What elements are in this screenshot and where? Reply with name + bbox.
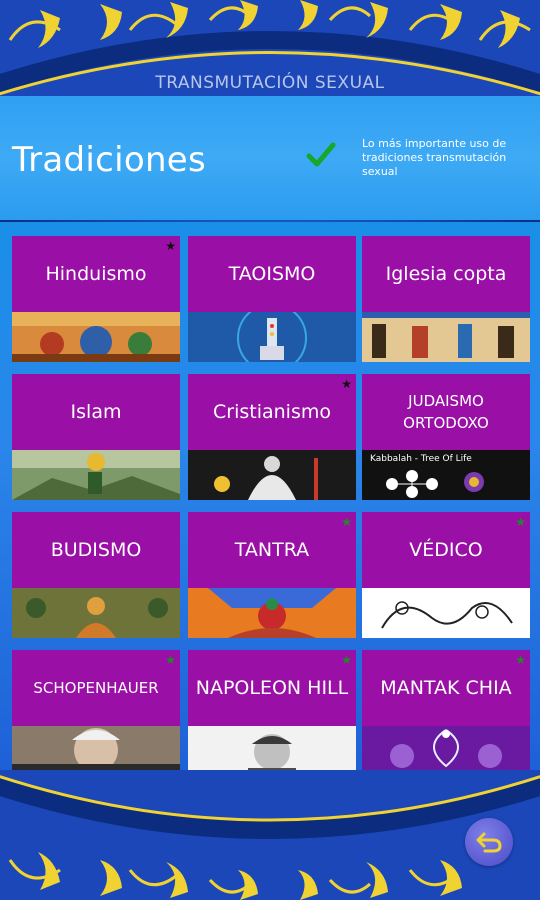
mantak-chia-image xyxy=(362,726,530,776)
star-icon: ★ xyxy=(165,653,176,667)
bottom-ornament xyxy=(0,770,540,900)
star-icon: ★ xyxy=(341,377,352,391)
tile-label: JUDAISMO ORTODOXO xyxy=(403,392,489,432)
napoleon-hill-image xyxy=(188,726,356,776)
tile-budismo[interactable]: BUDISMO xyxy=(12,512,180,638)
islam-image xyxy=(12,450,180,500)
star-icon: ★ xyxy=(515,515,526,529)
kabbalah-caption: Kabbalah - Tree Of Life xyxy=(370,454,472,464)
tile-mantak-chia[interactable]: MANTAK CHIA ★ xyxy=(362,650,530,776)
tile-napoleon-hill[interactable]: NAPOLEON HILL ★ xyxy=(188,650,356,776)
tile-label: TANTRA xyxy=(234,539,310,561)
tile-iglesia-copta[interactable]: Iglesia copta xyxy=(362,236,530,362)
hinduism-image xyxy=(12,312,180,362)
schopenhauer-image xyxy=(12,726,180,776)
star-icon: ★ xyxy=(341,653,352,667)
tile-hinduismo[interactable]: Hinduismo ★ xyxy=(12,236,180,362)
app-title: TRANSMUTACIÓN SEXUAL xyxy=(155,73,385,93)
buddhism-image xyxy=(12,588,180,638)
tile-label: Hinduismo xyxy=(45,263,147,285)
tile-label: SCHOPENHAUER xyxy=(33,679,159,697)
tile-cristianismo[interactable]: Cristianismo ★ xyxy=(188,374,356,500)
undo-arrow-icon xyxy=(476,832,502,853)
tradition-grid: Hinduismo ★ TAOISMO Iglesia copta Islam … xyxy=(0,222,540,782)
tile-label: BUDISMO xyxy=(50,539,142,561)
tile-label: NAPOLEON HILL xyxy=(195,677,349,699)
taoism-image xyxy=(188,312,356,362)
tile-tantra[interactable]: TANTRA ★ xyxy=(188,512,356,638)
header-note: Lo más importante uso de tradiciones tra… xyxy=(362,137,507,178)
tile-label: TAOISMO xyxy=(228,263,316,285)
tile-label: Iglesia copta xyxy=(385,263,507,285)
page-title: Tradiciones xyxy=(12,140,207,180)
tile-label: Islam xyxy=(70,401,122,423)
tile-islam[interactable]: Islam xyxy=(12,374,180,500)
tile-schopenhauer[interactable]: SCHOPENHAUER ★ xyxy=(12,650,180,776)
tile-label: VÉDICO xyxy=(409,539,483,561)
ornament-pattern xyxy=(0,770,540,900)
star-icon: ★ xyxy=(165,239,176,253)
tile-judaismo-ortodoxo[interactable]: JUDAISMO ORTODOXO Kabbalah - Tree Of Lif… xyxy=(362,374,530,500)
star-icon: ★ xyxy=(341,515,352,529)
tile-taoismo[interactable]: TAOISMO xyxy=(188,236,356,362)
tile-label: MANTAK CHIA xyxy=(380,677,512,699)
tile-label: Cristianismo xyxy=(213,401,331,423)
vedic-image xyxy=(362,588,530,638)
star-icon: ★ xyxy=(515,653,526,667)
tile-vedico[interactable]: VÉDICO ★ xyxy=(362,512,530,638)
coptic-image xyxy=(362,312,530,362)
back-button[interactable] xyxy=(465,818,513,866)
check-icon xyxy=(306,142,336,167)
tantra-image xyxy=(188,588,356,638)
christianity-image xyxy=(188,450,356,500)
